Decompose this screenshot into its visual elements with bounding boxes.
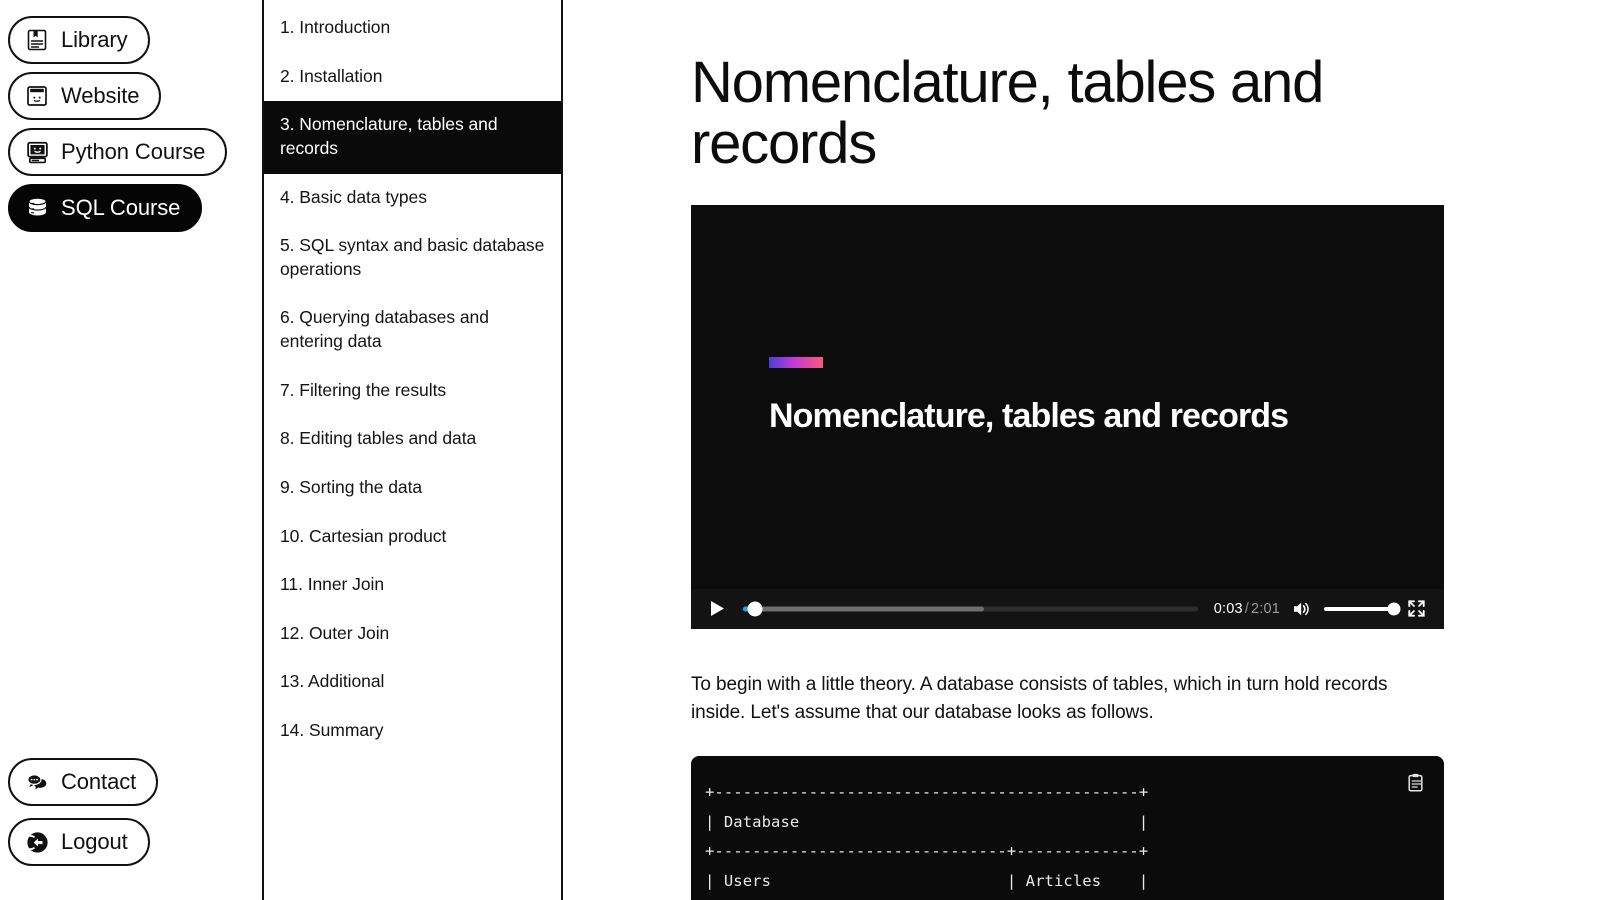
- fullscreen-icon[interactable]: [1404, 597, 1428, 621]
- toc-item-label: 13. Additional: [280, 671, 385, 692]
- toc-item-label: 1. Introduction: [280, 17, 391, 37]
- video-slate-title: Nomenclature, tables and records: [769, 396, 1289, 435]
- toc-item-3[interactable]: 3. Nomenclature, tables and records: [264, 101, 561, 174]
- nav-item-label: SQL Course: [61, 195, 181, 220]
- code-content: +---------------------------------------…: [705, 782, 1149, 891]
- toc-item-label: 4. Basic data types: [280, 186, 427, 207]
- play-icon[interactable]: [705, 597, 729, 621]
- nav-item-label: Library: [61, 27, 128, 52]
- window-icon: [24, 83, 50, 109]
- toc-item-label: 12. Outer Join: [280, 622, 390, 643]
- nav-item-label: Contact: [61, 769, 137, 794]
- nav-item-contact[interactable]: Contact: [8, 758, 159, 806]
- progress-buffered: [743, 606, 984, 612]
- duration: 2:01: [1250, 600, 1280, 617]
- nav-top-group: Library Website Python Course SQL Course: [0, 12, 262, 240]
- computer-icon: [24, 139, 50, 165]
- volume-slider[interactable]: [1324, 600, 1401, 618]
- toc-item-label: 10. Cartesian product: [280, 525, 447, 546]
- progress-slider[interactable]: [743, 599, 1198, 619]
- toc-item-8[interactable]: 8. Editing tables and data: [264, 415, 561, 464]
- nav-item-python-course[interactable]: Python Course: [8, 128, 228, 176]
- video-player[interactable]: Nomenclature, tables and records 0:03/2:…: [691, 204, 1444, 629]
- current-time: 0:03: [1213, 600, 1243, 617]
- toc-item-label: 3. Nomenclature, tables and records: [280, 114, 498, 158]
- video-slate: Nomenclature, tables and records: [769, 356, 1389, 435]
- nav-item-logout[interactable]: Logout: [8, 818, 150, 866]
- nav-bottom-group: Contact Logout: [0, 758, 262, 878]
- toc-item-label: 14. Summary: [280, 720, 384, 740]
- nav-item-website[interactable]: Website: [8, 72, 162, 120]
- toc-item-14[interactable]: 14. Summary: [264, 707, 561, 756]
- main-content: Nomenclature, tables and records Nomencl…: [563, 0, 1600, 900]
- volume-icon[interactable]: [1290, 597, 1314, 621]
- toc-item-label: 11. Inner Join: [280, 574, 385, 595]
- toc-item-label: 8. Editing tables and data: [280, 428, 477, 449]
- toc-item-label: 6. Querying databases and entering data: [280, 307, 489, 351]
- nav-item-label: Logout: [61, 829, 128, 854]
- toc-item-11[interactable]: 11. Inner Join: [264, 561, 561, 610]
- code-block: +---------------------------------------…: [691, 755, 1444, 900]
- toc-item-12[interactable]: 12. Outer Join: [264, 610, 561, 659]
- toc-item-1[interactable]: 1. Introduction: [264, 4, 561, 53]
- volume-thumb[interactable]: [1387, 602, 1401, 616]
- toc-item-9[interactable]: 9. Sorting the data: [264, 464, 561, 513]
- gradient-accent-bar: [769, 356, 823, 368]
- toc-item-2[interactable]: 2. Installation: [264, 53, 561, 102]
- toc-item-10[interactable]: 10. Cartesian product: [264, 513, 561, 562]
- toc-item-4[interactable]: 4. Basic data types: [264, 174, 561, 223]
- progress-thumb[interactable]: [747, 601, 763, 617]
- content-wrapper: Nomenclature, tables and records Nomencl…: [563, 0, 1600, 900]
- nav-item-library[interactable]: Library: [8, 16, 150, 64]
- time-separator: /: [1244, 600, 1249, 617]
- toc-item-7[interactable]: 7. Filtering the results: [264, 367, 561, 416]
- left-navigation: Library Website Python Course SQL Course…: [0, 0, 262, 900]
- toc-item-6[interactable]: 6. Querying databases and entering data: [264, 294, 561, 366]
- volume-track: [1324, 606, 1394, 611]
- timecode: 0:03/2:01: [1214, 601, 1280, 617]
- nav-item-sql-course[interactable]: SQL Course: [8, 184, 203, 232]
- video-controls: 0:03/2:01: [691, 588, 1444, 629]
- toc-item-label: 2. Installation: [280, 65, 383, 86]
- toc-item-label: 9. Sorting the data: [280, 476, 423, 497]
- toc-item-13[interactable]: 13. Additional: [264, 658, 561, 707]
- toc-item-5[interactable]: 5. SQL syntax and basic database operati…: [264, 222, 561, 294]
- page-title: Nomenclature, tables and records: [691, 50, 1324, 177]
- chat-icon: [24, 769, 50, 795]
- logout-icon: [24, 829, 50, 855]
- book-icon: [24, 27, 50, 53]
- app-root: Library Website Python Course SQL Course…: [0, 0, 1600, 900]
- table-of-contents: 1. Introduction 2. Installation 3. Nomen…: [262, 0, 563, 900]
- nav-item-label: Python Course: [61, 139, 206, 164]
- toc-item-label: 7. Filtering the results: [280, 379, 447, 400]
- nav-item-label: Website: [61, 83, 140, 108]
- database-icon: [24, 195, 50, 221]
- toc-item-label: 5. SQL syntax and basic database operati…: [280, 235, 545, 279]
- copy-icon[interactable]: [1404, 772, 1426, 794]
- intro-paragraph: To begin with a little theory. A databas…: [691, 673, 1388, 724]
